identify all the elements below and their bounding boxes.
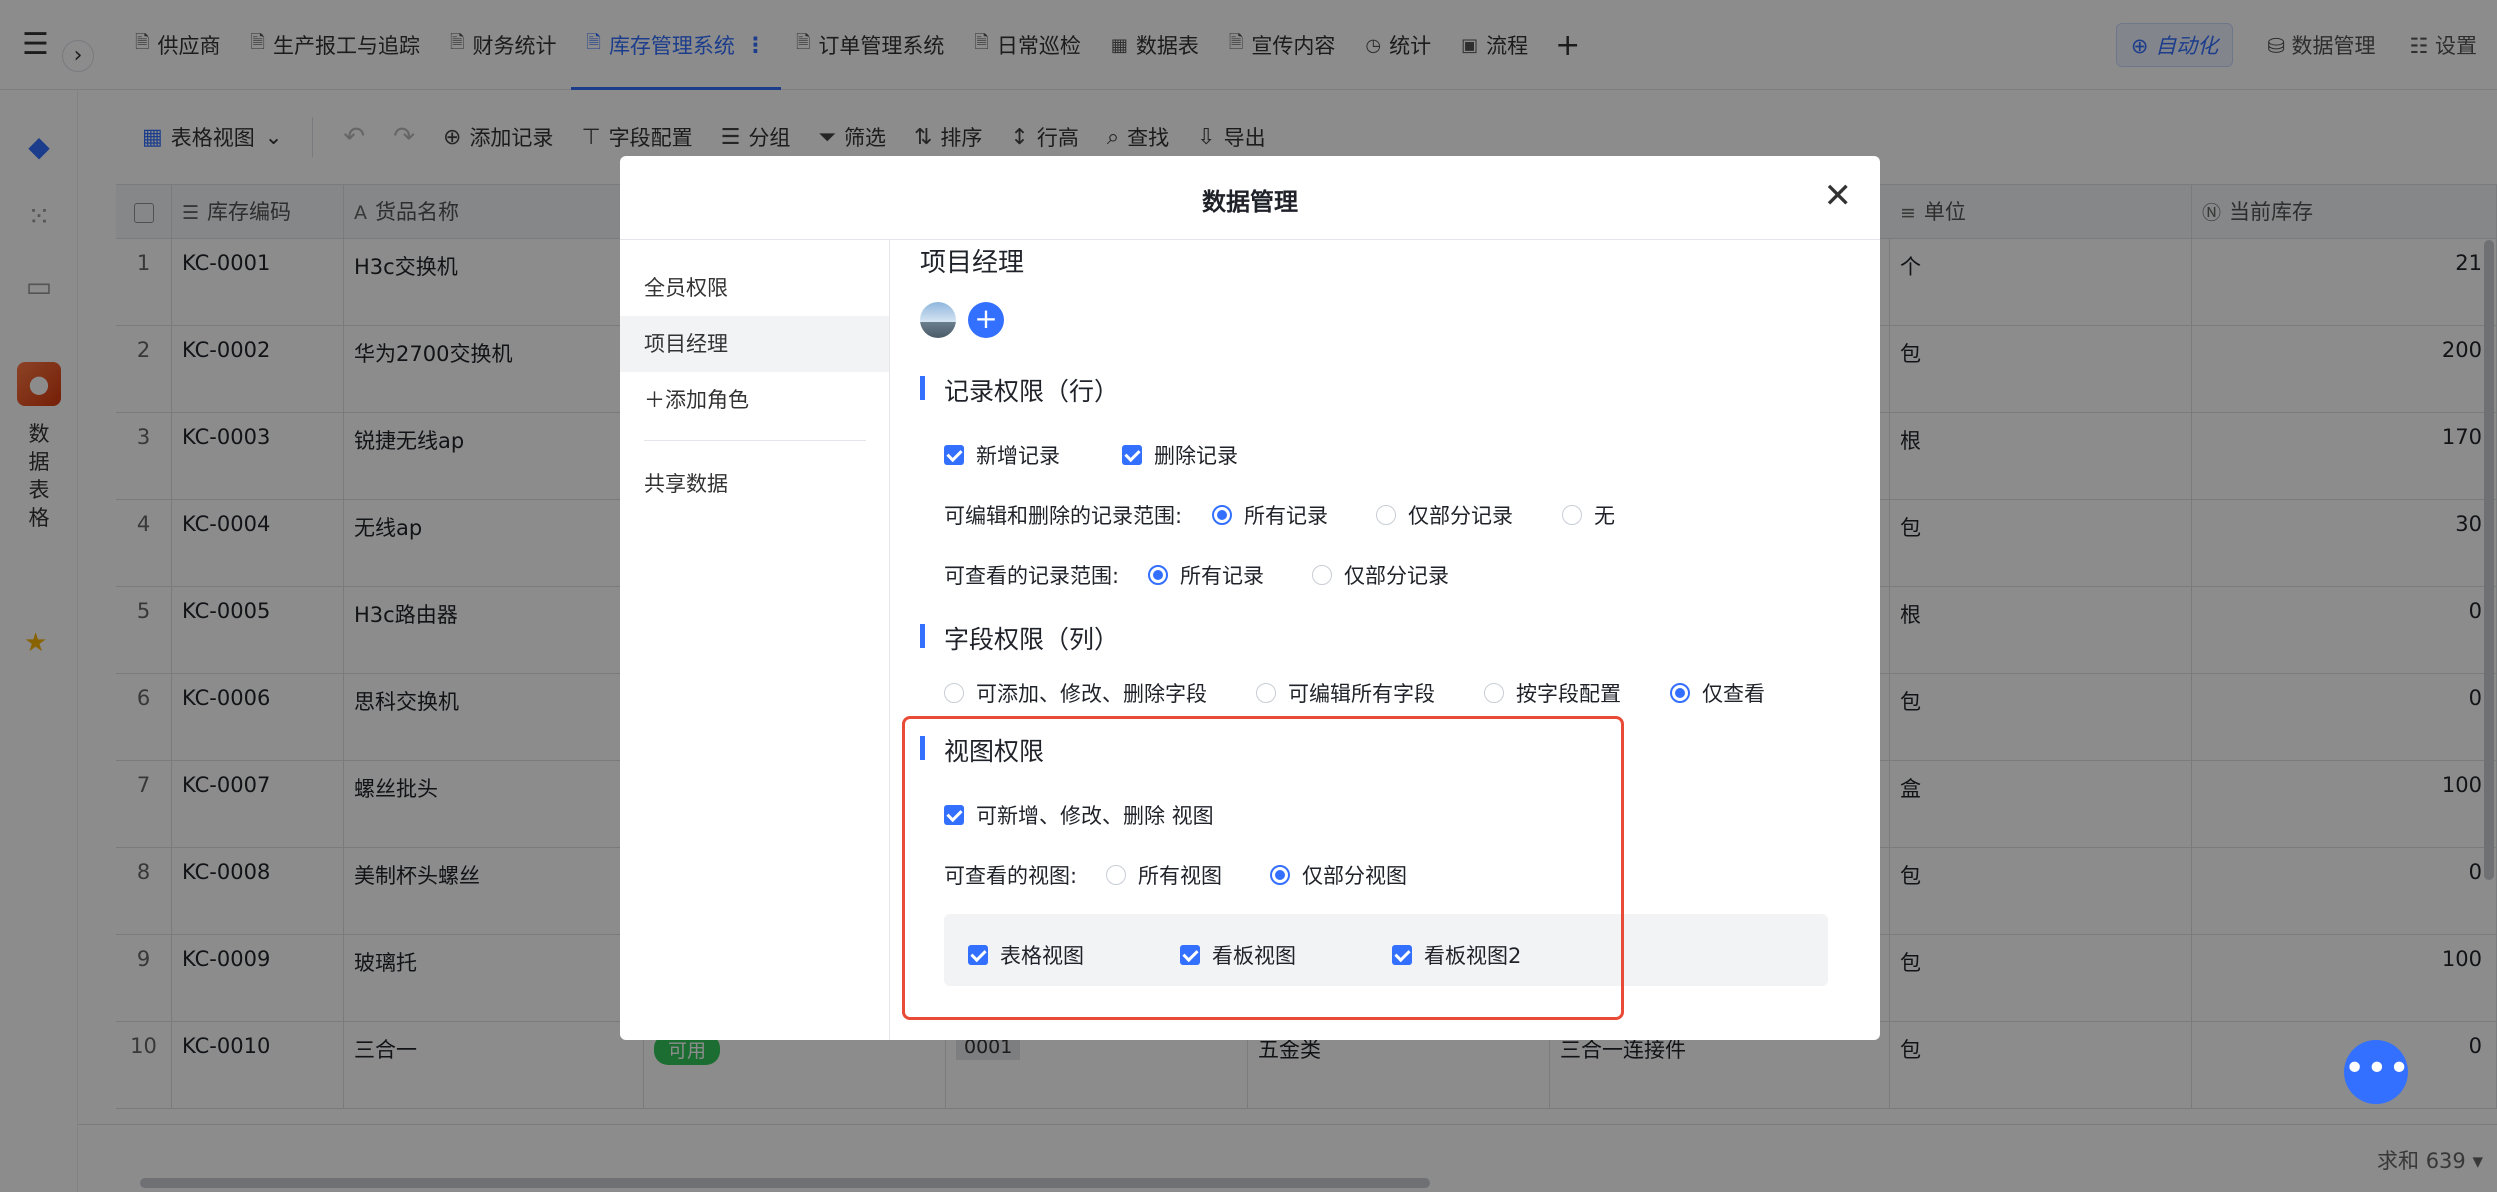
edit-scope-label: 可编辑和删除的记录范围:	[944, 504, 1183, 528]
record-permission-title: 记录权限（行）	[920, 372, 1119, 408]
modal-title: 数据管理	[1202, 188, 1298, 216]
delete-record-checkbox[interactable]: 删除记录	[1122, 440, 1238, 470]
avatar[interactable]	[920, 302, 956, 338]
view-scope-all-radio[interactable]: 所有记录	[1148, 560, 1264, 590]
view-scope-partial-radio[interactable]: 仅部分记录	[1312, 560, 1449, 590]
modal-sidebar: 全员权限 项目经理 ＋添加角色 共享数据	[620, 240, 890, 1040]
plus-icon: ＋	[644, 388, 665, 412]
field-perm-view-only-radio[interactable]: 仅查看	[1670, 678, 1765, 708]
add-member-button[interactable]: +	[968, 302, 1004, 338]
edit-scope-none-radio[interactable]: 无	[1562, 500, 1615, 530]
add-record-checkbox[interactable]: 新增记录	[944, 440, 1060, 470]
field-permission-title: 字段权限（列）	[920, 620, 1119, 656]
field-perm-by-field-radio[interactable]: 按字段配置	[1484, 678, 1621, 708]
divider	[644, 440, 866, 441]
view-scope-label: 可查看的记录范围:	[944, 564, 1120, 588]
close-icon[interactable]: ✕	[1824, 176, 1853, 216]
add-role-button[interactable]: ＋添加角色	[620, 372, 889, 428]
sidebar-item-project-manager[interactable]: 项目经理	[620, 316, 889, 372]
role-title: 项目经理	[920, 248, 1025, 278]
sidebar-item-all-members[interactable]: 全员权限	[620, 260, 889, 316]
more-actions-button[interactable]: •••	[2344, 1040, 2410, 1104]
field-perm-full-radio[interactable]: 可添加、修改、删除字段	[944, 678, 1207, 708]
sidebar-item-shared-data[interactable]: 共享数据	[620, 456, 889, 512]
edit-scope-all-radio[interactable]: 所有记录	[1212, 500, 1328, 530]
modal-header: 数据管理 ✕	[620, 156, 1880, 240]
edit-scope-partial-radio[interactable]: 仅部分记录	[1376, 500, 1513, 530]
view-permission-highlight	[902, 716, 1624, 1020]
field-perm-edit-all-radio[interactable]: 可编辑所有字段	[1256, 678, 1435, 708]
